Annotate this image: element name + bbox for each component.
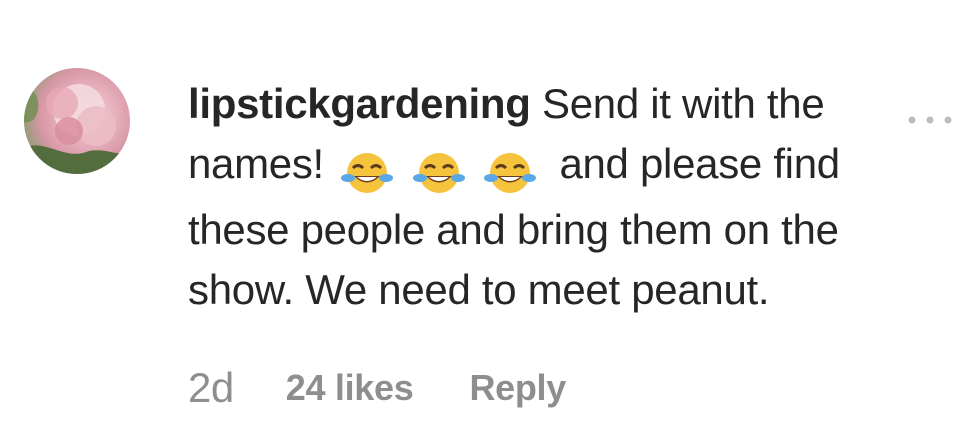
- comment-text: lipstickgardening Send it with the names…: [188, 74, 908, 320]
- reply-button[interactable]: Reply: [469, 367, 566, 409]
- more-options-button[interactable]: [902, 100, 962, 130]
- comment-time: 2d: [188, 364, 234, 411]
- face-with-tears-of-joy-icon: [484, 152, 537, 193]
- face-with-tears-of-joy-icon: [341, 152, 394, 193]
- avatar[interactable]: [24, 68, 130, 174]
- comment-meta: 2d 24 likes Reply: [188, 360, 566, 416]
- comment: lipstickgardening Send it with the names…: [0, 0, 980, 434]
- face-with-tears-of-joy-icon: [412, 152, 465, 193]
- more-options-icon: [908, 116, 952, 124]
- emoji-group: [339, 140, 542, 200]
- username-link[interactable]: lipstickgardening: [188, 80, 531, 127]
- likes-count[interactable]: 24 likes: [286, 367, 414, 409]
- avatar-photo-icon: [24, 84, 130, 174]
